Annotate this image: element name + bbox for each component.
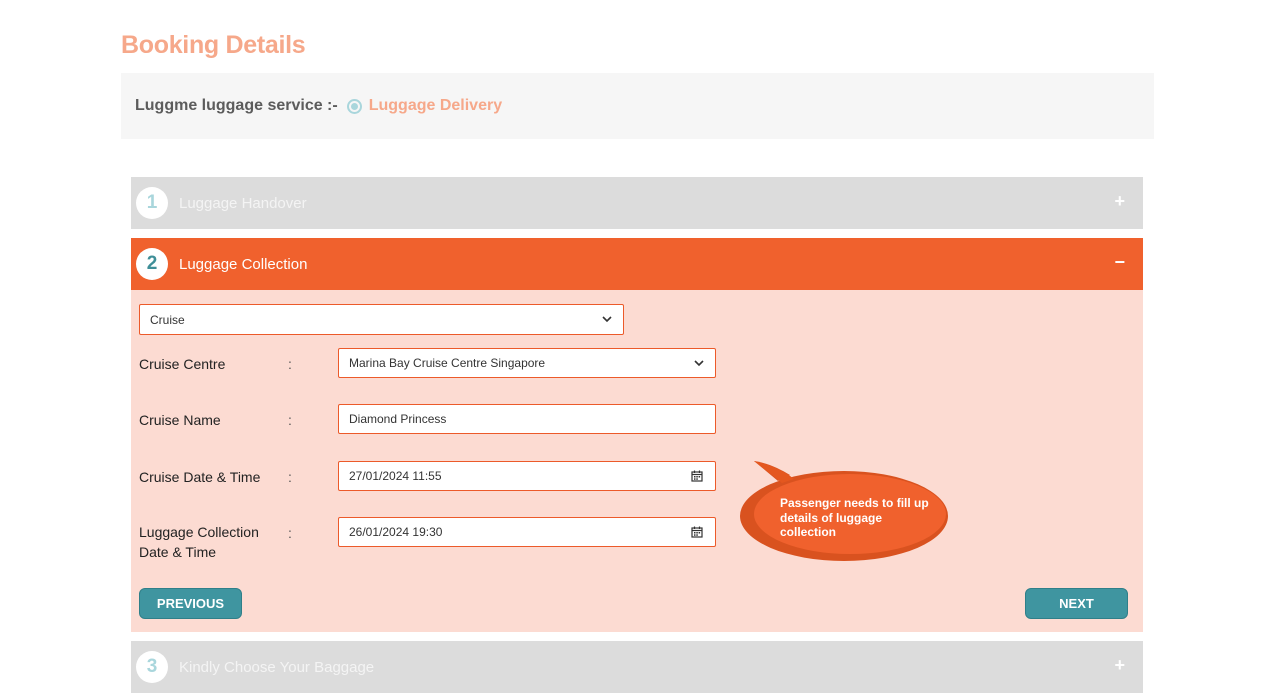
chevron-down-icon — [694, 360, 704, 367]
cruise-datetime-input[interactable]: 27/01/2024 11:55 — [338, 461, 716, 491]
service-label: Luggme luggage service :- — [135, 97, 338, 114]
step-number-circle: 1 — [136, 187, 168, 219]
page-title: Booking Details — [121, 31, 306, 59]
collection-datetime-input[interactable]: 26/01/2024 19:30 — [338, 517, 716, 547]
step-title: Luggage Handover — [179, 194, 307, 212]
collection-datetime-label-line2: Date & Time — [139, 544, 217, 560]
tooltip-text: Passenger needs to fill up details of lu… — [780, 496, 929, 539]
calendar-icon[interactable] — [691, 526, 703, 538]
radio-dot — [350, 102, 358, 110]
step-title: Kindly Choose Your Baggage — [179, 658, 375, 676]
service-radio[interactable] — [346, 98, 362, 114]
step-title: Luggage Collection — [179, 255, 308, 273]
colon: : — [288, 469, 292, 485]
chevron-down-icon — [602, 316, 612, 323]
calendar-icon[interactable] — [691, 470, 703, 482]
previous-button[interactable]: PREVIOUS — [139, 588, 242, 619]
colon: : — [288, 525, 292, 541]
collection-type-select[interactable]: Cruise — [139, 304, 624, 335]
luggage-collection-panel: Cruise Cruise Centre : Marina Bay Cruise… — [131, 290, 1143, 632]
step-header-luggage-handover[interactable]: 1 Luggage Handover + — [131, 177, 1143, 229]
colon: : — [288, 356, 292, 372]
cruise-centre-value: Marina Bay Cruise Centre Singapore — [349, 356, 546, 370]
cruise-name-input[interactable]: Diamond Princess — [338, 404, 716, 434]
cruise-datetime-value: 27/01/2024 11:55 — [349, 469, 442, 483]
collection-datetime-value: 26/01/2024 19:30 — [349, 525, 443, 539]
service-option-luggage-delivery[interactable]: Luggage Delivery — [369, 97, 502, 115]
step-header-choose-baggage[interactable]: 3 Kindly Choose Your Baggage + — [131, 641, 1143, 693]
collapse-icon[interactable]: − — [1114, 252, 1125, 273]
cruise-datetime-label: Cruise Date & Time — [139, 469, 261, 485]
collection-type-value: Cruise — [150, 312, 185, 327]
next-button[interactable]: NEXT — [1025, 588, 1128, 619]
service-selector: Luggme luggage service :- Luggage Delive… — [121, 73, 1154, 139]
cruise-name-label: Cruise Name — [139, 412, 221, 428]
expand-icon[interactable]: + — [1114, 655, 1125, 676]
step-number-circle: 2 — [136, 248, 168, 280]
cruise-centre-select[interactable]: Marina Bay Cruise Centre Singapore — [338, 348, 716, 378]
collection-datetime-label-line1: Luggage Collection — [139, 524, 259, 540]
collection-datetime-label: Luggage Collection Date & Time — [139, 522, 259, 562]
cruise-name-value: Diamond Princess — [349, 412, 447, 426]
step-header-luggage-collection[interactable]: 2 Luggage Collection − — [131, 238, 1143, 290]
colon: : — [288, 412, 292, 428]
expand-icon[interactable]: + — [1114, 191, 1125, 212]
cruise-centre-label: Cruise Centre — [139, 356, 226, 372]
step-number-circle: 3 — [136, 651, 168, 683]
